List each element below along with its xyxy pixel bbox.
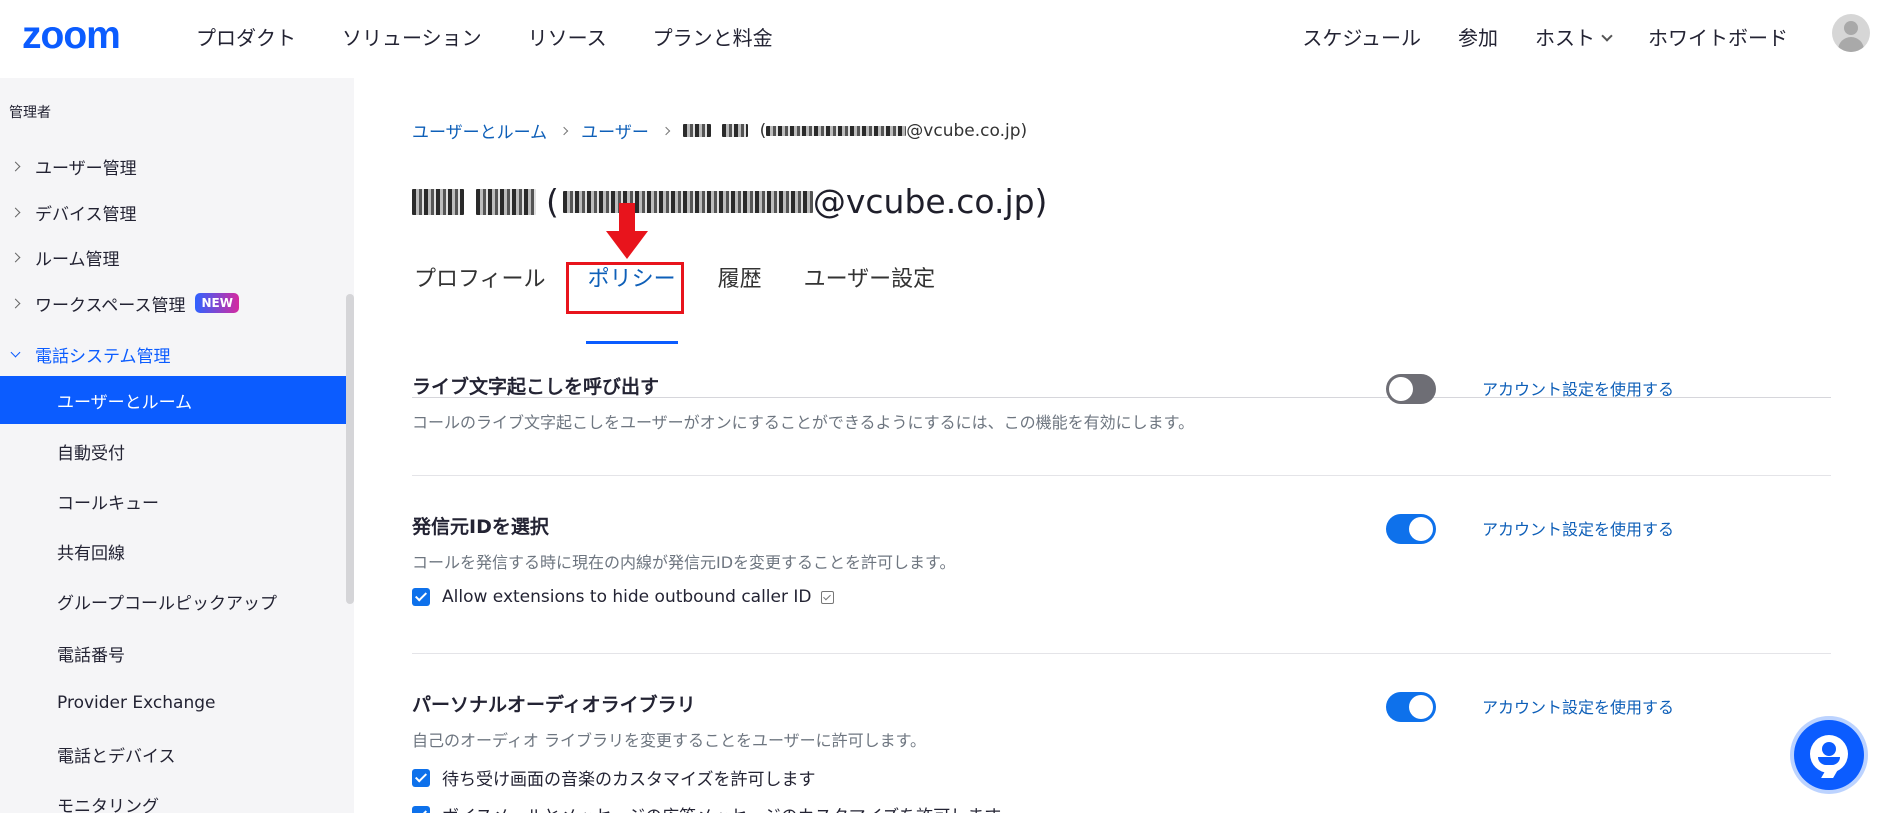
hide-caller-id-label: Allow extensions to hide outbound caller… xyxy=(442,587,812,607)
sidebar-sub-provider-exchange[interactable]: Provider Exchange xyxy=(0,679,347,727)
sidebar-item-workspace-management[interactable]: ワークスペース管理 NEW xyxy=(0,281,347,325)
hide-caller-id-checkbox[interactable] xyxy=(412,588,430,606)
chat-face-head xyxy=(1822,742,1836,756)
sidebar-item-device-management[interactable]: デバイス管理 xyxy=(0,190,347,234)
greeting-option: ボイスメールとメッセージの応答メッセージのカスタマイズを許可します xyxy=(412,802,1831,813)
breadcrumb-users-rooms[interactable]: ユーザーとルーム xyxy=(412,118,547,143)
sidebar-item-room-management[interactable]: ルーム管理 xyxy=(0,235,347,279)
chevron-right-icon xyxy=(10,161,21,171)
chevron-down-icon xyxy=(1601,30,1613,42)
sidebar-scrollbar[interactable] xyxy=(346,294,354,604)
nav-host-label: ホスト xyxy=(1535,26,1595,50)
chevron-right-icon xyxy=(559,126,569,135)
new-badge: NEW xyxy=(195,293,239,313)
setting-description: コールのライブ文字起こしをユーザーがオンにすることができるようにするには、この機… xyxy=(412,413,1195,432)
sidebar-item-label: 電話システム管理 xyxy=(35,346,171,367)
toggle-knob xyxy=(1409,695,1433,719)
sidebar-item-user-management[interactable]: ユーザー管理 xyxy=(0,144,347,188)
sidebar-sub-phones-devices[interactable]: 電話とデバイス xyxy=(0,730,347,778)
sidebar-sub-monitoring[interactable]: モニタリング xyxy=(0,780,347,813)
nav-schedule[interactable]: スケジュール xyxy=(1302,24,1421,52)
redacted-text xyxy=(766,125,907,136)
avatar-head xyxy=(1844,21,1858,35)
nav-whiteboard[interactable]: ホワイトボード xyxy=(1648,24,1788,52)
chevron-right-icon xyxy=(661,126,671,135)
sidebar-item-label: ユーザー管理 xyxy=(35,158,137,179)
sidebar-sub-phone-numbers[interactable]: 電話番号 xyxy=(0,629,347,677)
breadcrumb-users[interactable]: ユーザー xyxy=(581,118,649,143)
sidebar-item-phone-system-management[interactable]: 電話システム管理 xyxy=(0,332,347,376)
audio-library-toggle[interactable] xyxy=(1386,692,1436,722)
caller-id-toggle[interactable] xyxy=(1386,514,1436,544)
sidebar-item-label: デバイス管理 xyxy=(35,204,137,225)
redacted-text xyxy=(722,124,749,137)
red-down-arrow-icon xyxy=(606,203,648,259)
nav-pricing[interactable]: プランと料金 xyxy=(653,24,773,52)
use-account-settings-link[interactable]: アカウント設定を使用する xyxy=(1482,376,1674,400)
secondary-nav: スケジュール 参加 ホスト ホワイトボード xyxy=(1302,24,1788,52)
primary-nav: プロダクト ソリューション リソース プランと料金 xyxy=(196,24,773,52)
hide-caller-id-option: Allow extensions to hide outbound caller… xyxy=(412,587,1831,607)
use-account-settings-link[interactable]: アカウント設定を使用する xyxy=(1482,516,1674,540)
toggle-knob xyxy=(1409,517,1433,541)
sidebar-item-label: ルーム管理 xyxy=(35,249,120,270)
tab-profile[interactable]: プロフィール xyxy=(412,210,548,344)
main-content: ユーザーとルーム ユーザー ( @vcube.co.jp) ( @vcube.co.… xyxy=(354,78,1882,813)
tab-history[interactable]: 履歴 xyxy=(716,210,764,344)
chevron-down-icon xyxy=(10,347,21,357)
setting-description: コールを発信する時に現在の内線が発信元IDを変更することを許可します。 xyxy=(412,553,956,572)
nav-host-dropdown[interactable]: ホスト xyxy=(1535,24,1613,52)
avatar-body xyxy=(1838,37,1864,52)
nav-solutions[interactable]: ソリューション xyxy=(342,24,482,52)
sidebar-section-admin: 管理者 xyxy=(9,105,51,121)
top-navigation: zoom プロダクト ソリューション リソース プランと料金 スケジュール 参加… xyxy=(0,0,1882,78)
sidebar-sub-shared-lines[interactable]: 共有回線 xyxy=(0,527,347,575)
sidebar-sub-users-rooms[interactable]: ユーザーとルーム xyxy=(0,376,347,424)
chevron-right-icon xyxy=(10,207,21,217)
hold-music-checkbox[interactable] xyxy=(412,768,430,787)
greeting-label: ボイスメールとメッセージの応答メッセージのカスタマイズを許可します xyxy=(442,802,1001,813)
sidebar-item-label: ワークスペース管理 xyxy=(35,295,186,316)
tab-user-settings[interactable]: ユーザー設定 xyxy=(802,210,938,344)
sidebar-sub-call-queue[interactable]: コールキュー xyxy=(0,477,347,525)
use-account-settings-link[interactable]: アカウント設定を使用する xyxy=(1482,694,1674,718)
breadcrumb: ユーザーとルーム ユーザー ( @vcube.co.jp) xyxy=(412,118,1028,144)
nav-join[interactable]: 参加 xyxy=(1458,24,1498,52)
breadcrumb-paren: ( xyxy=(759,120,767,141)
divider xyxy=(412,475,1831,476)
sidebar-sub-auto-receptionist[interactable]: 自動受付 xyxy=(0,427,347,475)
zoom-logo[interactable]: zoom xyxy=(22,16,121,56)
live-transcription-toggle[interactable] xyxy=(1386,374,1436,404)
chat-bot-icon[interactable] xyxy=(1794,720,1864,790)
policy-tab-highlight-box xyxy=(566,262,684,314)
chevron-right-icon xyxy=(10,298,21,308)
redacted-text xyxy=(682,124,711,137)
chevron-right-icon xyxy=(10,252,21,262)
sidebar-sub-group-call-pickup[interactable]: グループコールピックアップ xyxy=(0,577,347,625)
setting-description: 自己のオーディオ ライブラリを変更することをユーザーに許可します。 xyxy=(412,731,927,750)
tab-list: プロフィール ポリシー 履歴 ユーザー設定 xyxy=(412,210,975,344)
breadcrumb-email-domain: @vcube.co.jp) xyxy=(906,120,1028,141)
divider xyxy=(412,653,1831,654)
hold-music-label: 待ち受け画面の音楽のカスタマイズを許可します xyxy=(442,770,816,790)
nav-products[interactable]: プロダクト xyxy=(196,24,296,52)
greeting-checkbox[interactable] xyxy=(412,805,430,813)
nav-resources[interactable]: リソース xyxy=(528,24,607,52)
breadcrumb-current-user: ( @vcube.co.jp) xyxy=(682,120,1028,141)
toggle-knob xyxy=(1389,377,1413,401)
hold-music-option: 待ち受け画面の音楽のカスタマイズを許可します xyxy=(412,765,1831,790)
user-avatar-icon[interactable] xyxy=(1832,14,1870,52)
sidebar: 管理者 ユーザー管理 デバイス管理 ルーム管理 ワークスペース管理 NEW 電話… xyxy=(0,78,354,813)
info-icon[interactable] xyxy=(821,590,835,604)
